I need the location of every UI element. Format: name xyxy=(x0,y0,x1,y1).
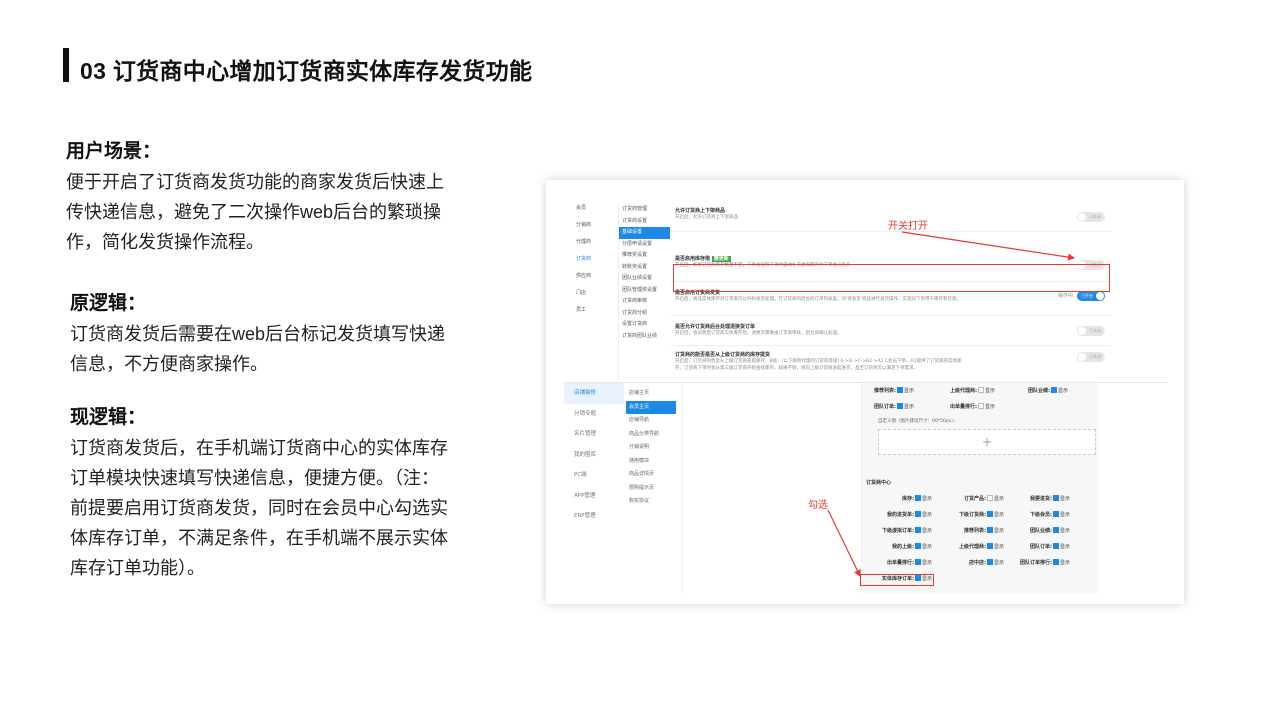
section-line: 作，简化发货操作流程。 xyxy=(66,232,264,252)
section-line: 订货商发货后，在手机端订货商中心的实体库存 xyxy=(70,438,448,458)
section-body: 订货商发货后，在手机端订货商中心的实体库存 订单模块快速填写快递信息，便捷方便。… xyxy=(70,433,475,583)
settings-screenshot: 会员 分销商 代理商 订货商 供应商 门店 员工 订货商管理 订货商设置 基础设… xyxy=(546,180,1184,604)
arrow-switch xyxy=(901,231,1076,261)
section-line: 体库存订单，不满足条件，在手机端不展示实体 xyxy=(70,528,448,548)
section-body: 便于开启了订货商发货功能的商家发货后快速上 传快递信息，避免了二次操作web后台… xyxy=(66,167,471,257)
section-line: 传快递信息，避免了二次操作web后台的繁琐操 xyxy=(66,202,442,222)
title-accent-bar xyxy=(63,48,69,82)
section-new-logic: 现逻辑： 订货商发货后，在手机端订货商中心的实体库存 订单模块快速填写快递信息，… xyxy=(70,402,475,583)
section-line: 订单模块快速填写快递信息，便捷方便。（注： xyxy=(70,468,439,488)
section-line: 订货商发货后需要在web后台标记发货填写快递 xyxy=(70,324,446,344)
annotation-arrows xyxy=(827,231,1076,578)
section-line: 信息，不方便商家操作。 xyxy=(70,354,268,374)
section-user-scenario: 用户场景： 便于开启了订货商发货功能的商家发货后快速上 传快递信息，避免了二次操… xyxy=(66,136,471,257)
section-line: 便于开启了订货商发货功能的商家发货后快速上 xyxy=(66,172,444,192)
arrow-check xyxy=(827,509,861,578)
page-title: 03 订货商中心增加订货商实体库存发货功能 xyxy=(80,58,533,84)
section-old-logic: 原逻辑： 订货商发货后需要在web后台标记发货填写快递 信息，不方便商家操作。 xyxy=(70,288,475,379)
section-heading: 现逻辑： xyxy=(70,407,147,428)
section-heading: 原逻辑： xyxy=(70,293,147,314)
section-body: 订货商发货后需要在web后台标记发货填写快递 信息，不方便商家操作。 xyxy=(70,319,475,379)
section-heading: 用户场景： xyxy=(66,141,162,162)
section-line: 前提要启用订货商发货，同时在会员中心勾选实 xyxy=(70,498,448,518)
section-line: 库存订单功能）。 xyxy=(70,558,205,578)
